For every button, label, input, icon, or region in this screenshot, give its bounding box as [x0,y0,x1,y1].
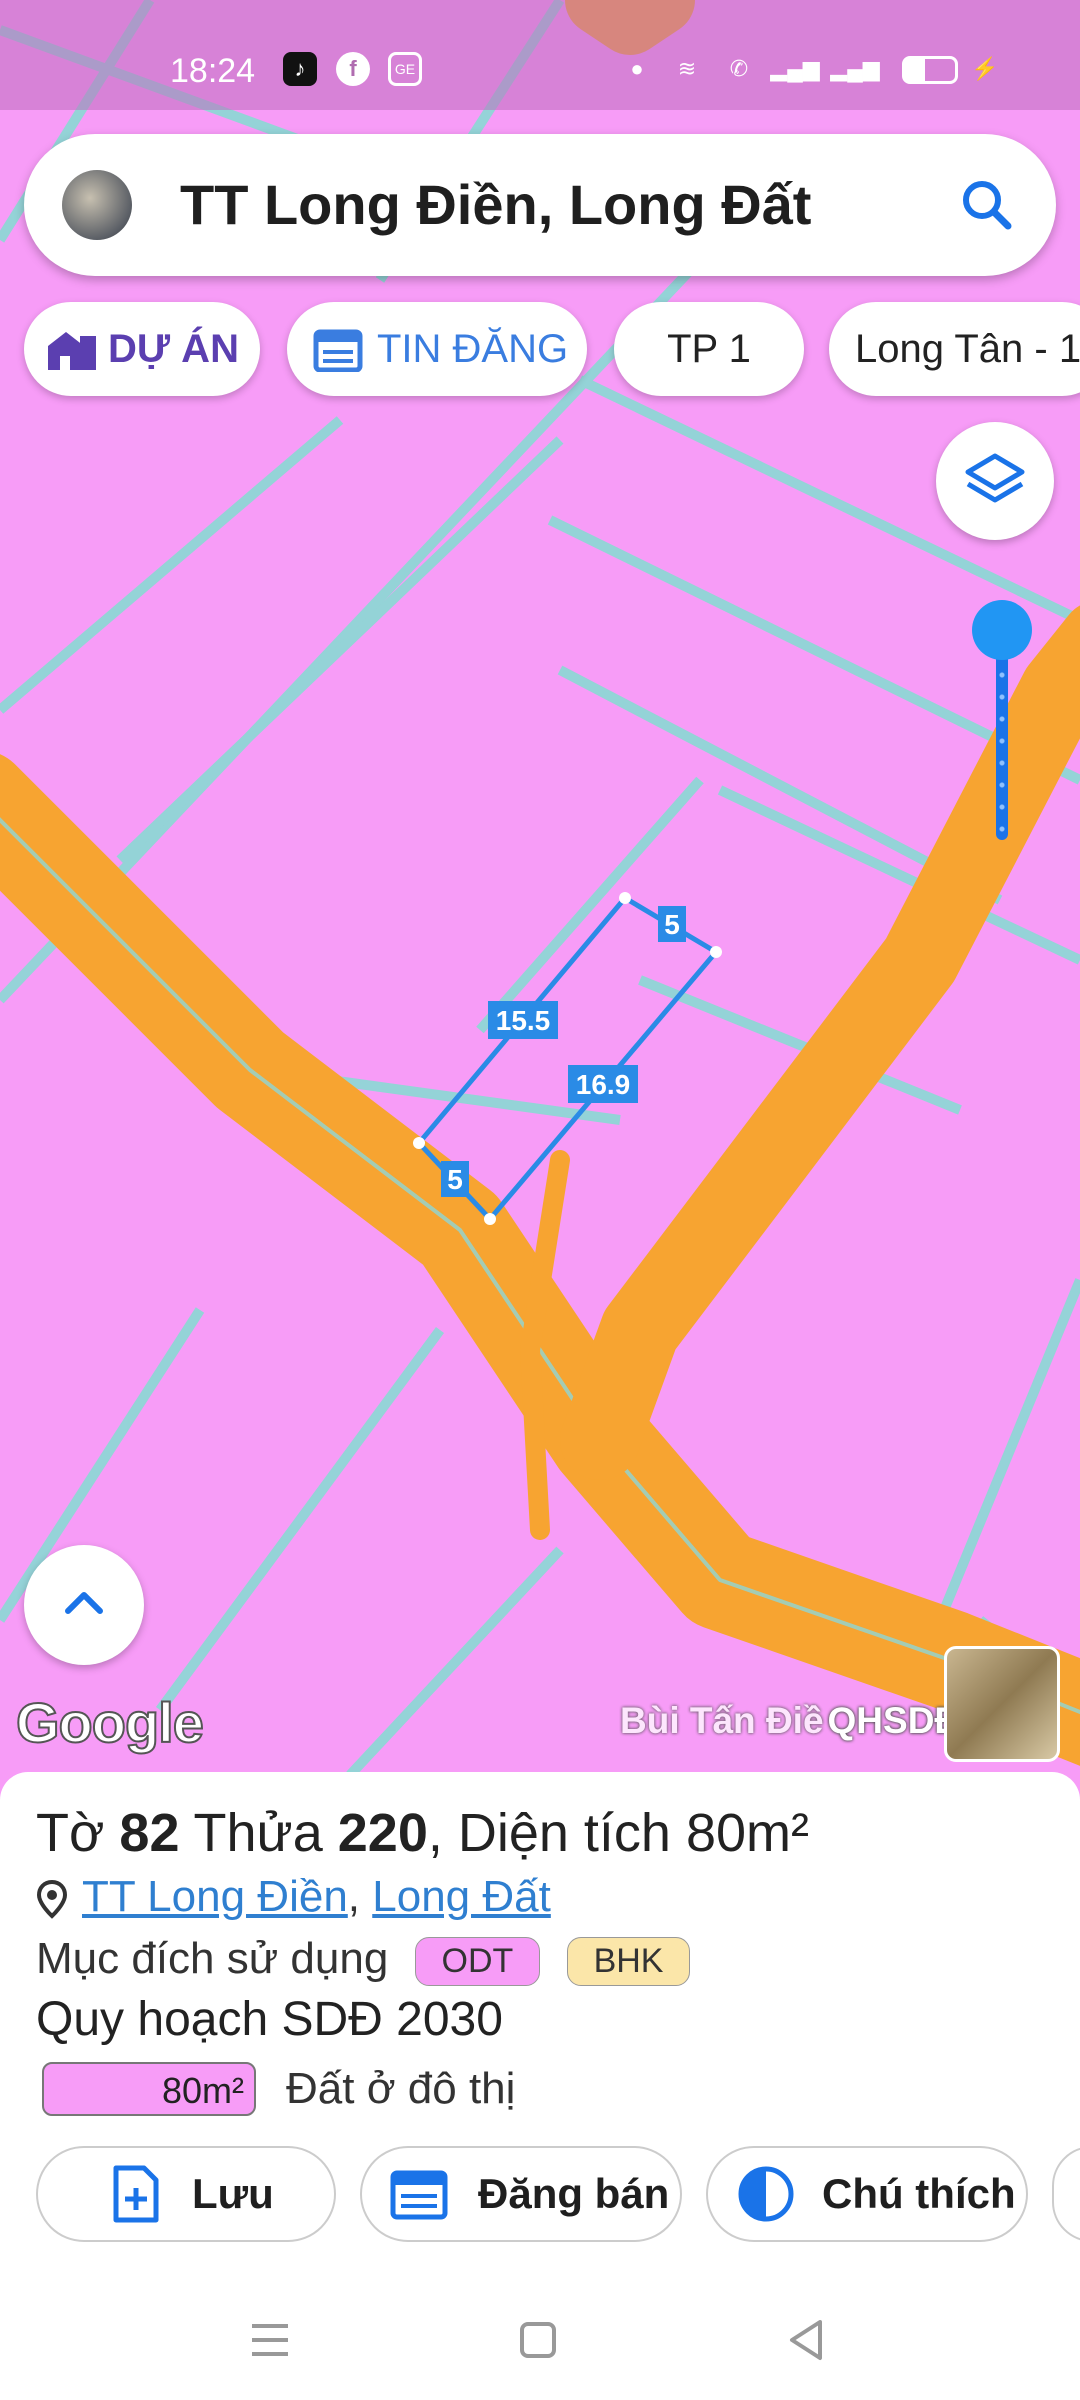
avatar[interactable] [62,170,132,240]
sheet-label: Tờ [36,1803,105,1863]
post-sale-label: Đăng bán [478,2170,670,2217]
land-use-purpose: Mục đích sử dụng ODT BHK [36,1934,691,1986]
calendar-icon [390,2170,448,2220]
opacity-slider[interactable] [972,600,1032,840]
search-icon[interactable] [952,170,1022,240]
action-buttons: Lưu Đăng bán Chú thích [0,2146,1080,2246]
filter-chips: DỰ ÁN TIN ĐĂNG TP 1 Long Tân - 1 [24,302,1080,398]
address-separator: , [347,1872,373,1921]
address-link-town[interactable]: TT Long Điền [82,1872,348,1921]
badge-odt[interactable]: ODT [414,1936,541,1986]
parcel-address: TT Long Điền, Long Đất [36,1872,551,1922]
slider-handle[interactable] [972,600,1032,660]
address-link-district[interactable]: Long Đất [372,1872,551,1921]
tiktok-icon: ♪ [283,52,317,86]
search-input[interactable]: TT Long Điền, Long Đất [180,172,811,237]
chevron-up-icon [65,1592,103,1614]
facebook-icon: f [336,52,370,86]
edge-label-left: 15.5 [496,1005,551,1036]
streetview-thumbnail[interactable] [944,1646,1060,1762]
lot-label: Thửa [193,1803,323,1863]
legend-button[interactable]: Chú thích [706,2146,1028,2242]
status-time: 18:24 [170,52,256,90]
calendar-icon [313,329,363,372]
legend-label: Đất ở đô thị [286,2064,516,2113]
signal-1-icon: ▂▄▆ [770,56,820,81]
chip-tp1[interactable]: TP 1 [614,302,804,396]
more-action-button[interactable] [1052,2146,1080,2242]
battery-icon [902,56,958,84]
chip-du-an-label: DỰ ÁN [108,326,239,371]
expand-up-button[interactable] [24,1545,144,1665]
chip-tp1-label: TP 1 [667,326,751,371]
parcel-title: Tờ 82 Thửa 220, Diện tích 80m² [36,1802,809,1864]
purpose-label: Mục đích sử dụng [36,1934,389,1983]
location-pin-icon [36,1880,68,1920]
file-add-icon [113,2165,159,2223]
chip-long-tan-label: Long Tân - 1 [855,326,1080,371]
attribution-street: Bùi Tấn Điề [620,1700,824,1741]
save-label: Lưu [192,2170,274,2217]
home-icon[interactable] [508,2310,568,2370]
lot-number: 220 [337,1803,428,1863]
area-value: 80m² [685,1803,810,1863]
layers-button[interactable] [936,422,1054,540]
layers-icon [965,453,1025,503]
charging-icon: ⚡ [971,56,999,81]
menu-icon[interactable] [240,2310,300,2370]
search-bar[interactable]: TT Long Điền, Long Đất [24,134,1056,276]
chip-du-an[interactable]: DỰ ÁN [24,302,260,396]
signal-2-icon: ▂▄▆ [830,56,880,81]
edge-label-bottom: 5 [447,1164,463,1195]
edge-label-right: 16.9 [576,1069,631,1100]
sheet-number: 82 [119,1803,180,1863]
google-logo: Google [15,1690,205,1755]
contrast-icon [738,2166,794,2222]
plan-title: Quy hoạch SDĐ 2030 [36,1993,503,2046]
system-nav-bar [0,2280,1080,2400]
status-bar: 18:24 ♪ f GE ● ≋ ✆ ▂▄▆ ▂▄▆ ⚡ [0,0,1080,110]
parcel-info-sheet: Tờ 82 Thửa 220, Diện tích 80m² TT Long Đ… [0,1772,1080,2400]
area-label: , Diện tích [427,1803,671,1863]
legend-swatch: 80m² [42,2062,256,2116]
legend-button-label: Chú thích [822,2170,1016,2217]
badge-bhk[interactable]: BHK [566,1936,691,1986]
location-icon: ● [630,56,644,81]
chip-tin-dang-label: TIN ĐĂNG [377,326,569,371]
edge-label-top: 5 [664,909,680,940]
call-wifi-icon: ✆ [729,56,749,81]
building-icon [48,332,96,370]
email-icon: GE [388,52,422,86]
wifi-icon: ≋ [677,56,697,81]
post-sale-button[interactable]: Đăng bán [360,2146,682,2242]
chip-long-tan[interactable]: Long Tân - 1 [829,302,1080,396]
back-icon[interactable] [776,2310,836,2370]
save-button[interactable]: Lưu [36,2146,336,2242]
chip-tin-dang[interactable]: TIN ĐĂNG [287,302,587,396]
